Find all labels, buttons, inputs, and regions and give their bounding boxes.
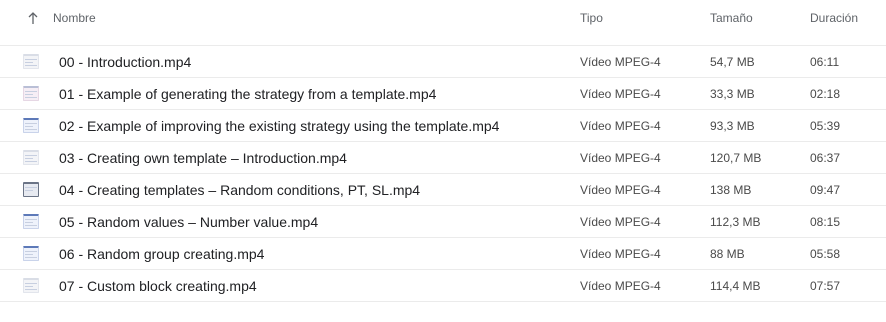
file-name: 06 - Random group creating.mp4 xyxy=(59,246,265,262)
file-name: 05 - Random values – Number value.mp4 xyxy=(59,214,319,230)
file-row[interactable]: 05 - Random values – Number value.mp4 Víd… xyxy=(0,206,886,238)
file-type: Vídeo MPEG-4 xyxy=(580,55,661,69)
file-type: Vídeo MPEG-4 xyxy=(580,247,661,261)
file-type: Vídeo MPEG-4 xyxy=(580,87,661,101)
file-name: 00 - Introduction.mp4 xyxy=(59,54,192,70)
file-type: Vídeo MPEG-4 xyxy=(580,215,661,229)
file-type: Vídeo MPEG-4 xyxy=(580,279,661,293)
file-duration: 08:15 xyxy=(810,215,841,229)
sort-ascending-arrow-icon[interactable] xyxy=(26,10,40,26)
file-row[interactable]: 02 - Example of improving the existing s… xyxy=(0,110,886,142)
file-duration: 06:11 xyxy=(810,55,840,69)
file-size: 93,3 MB xyxy=(710,119,755,133)
file-name: 01 - Example of generating the strategy … xyxy=(59,86,437,102)
file-list-header: Nombre Tipo Tamaño Duración xyxy=(0,0,886,46)
file-name: 03 - Creating own template – Introductio… xyxy=(59,150,347,166)
file-size: 112,3 MB xyxy=(710,215,761,229)
column-header-type[interactable]: Tipo xyxy=(580,11,603,25)
file-size: 88 MB xyxy=(710,247,745,261)
video-thumbnail-icon xyxy=(23,214,39,229)
video-thumbnail-icon xyxy=(23,278,39,293)
video-thumbnail-icon xyxy=(23,54,39,69)
file-duration: 05:39 xyxy=(810,119,841,133)
file-duration: 05:58 xyxy=(810,247,841,261)
file-size: 33,3 MB xyxy=(710,87,755,101)
file-duration: 02:18 xyxy=(810,87,841,101)
video-thumbnail-icon xyxy=(23,118,39,133)
file-duration: 06:37 xyxy=(810,151,841,165)
file-type: Vídeo MPEG-4 xyxy=(580,151,661,165)
file-row[interactable]: 00 - Introduction.mp4 Vídeo MPEG-4 54,7 MB… xyxy=(0,46,886,78)
file-duration: 07:57 xyxy=(810,279,841,293)
file-size: 54,7 MB xyxy=(710,55,755,69)
file-name: 02 - Example of improving the existing s… xyxy=(59,118,500,134)
file-size: 120,7 MB xyxy=(710,151,762,165)
column-header-duration[interactable]: Duración xyxy=(810,11,858,25)
file-name: 04 - Creating templates – Random conditi… xyxy=(59,182,421,198)
file-row[interactable]: 04 - Creating templates – Random conditi… xyxy=(0,174,886,206)
video-thumbnail-icon xyxy=(23,150,39,165)
file-duration: 09:47 xyxy=(810,183,841,197)
file-size: 114,4 MB xyxy=(710,279,761,293)
file-list: 00 - Introduction.mp4 Vídeo MPEG-4 54,7 MB… xyxy=(0,46,886,302)
video-thumbnail-icon xyxy=(23,182,39,197)
column-header-name[interactable]: Nombre xyxy=(53,11,96,25)
file-type: Vídeo MPEG-4 xyxy=(580,119,661,133)
video-thumbnail-icon xyxy=(23,246,39,261)
video-thumbnail-icon xyxy=(23,86,39,101)
file-row[interactable]: 03 - Creating own template – Introductio… xyxy=(0,142,886,174)
file-size: 138 MB xyxy=(710,183,752,197)
column-header-size[interactable]: Tamaño xyxy=(710,11,753,25)
file-name: 07 - Custom block creating.mp4 xyxy=(59,278,257,294)
file-row[interactable]: 07 - Custom block creating.mp4 Vídeo MPEG… xyxy=(0,270,886,302)
file-row[interactable]: 06 - Random group creating.mp4 Vídeo MPEG… xyxy=(0,238,886,270)
file-row[interactable]: 01 - Example of generating the strategy … xyxy=(0,78,886,110)
file-type: Vídeo MPEG-4 xyxy=(580,183,661,197)
